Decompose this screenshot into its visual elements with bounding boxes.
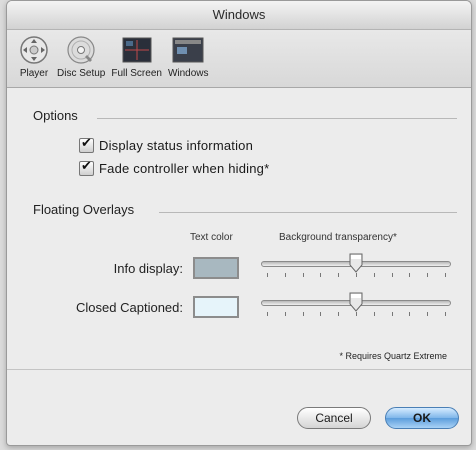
slider-tick	[338, 273, 339, 277]
closed-captioned-transparency-slider[interactable]	[261, 292, 451, 318]
overlays-divider	[159, 212, 457, 213]
toolbar-item-player[interactable]: Player	[17, 34, 51, 79]
closed-captioned-label: Closed Captioned:	[76, 300, 183, 315]
info-display-color-well[interactable]	[193, 257, 239, 279]
toolbar-item-windows[interactable]: Windows	[168, 34, 209, 79]
slider-tick	[338, 312, 339, 316]
slider-tick	[374, 273, 375, 277]
fade-controller-checkbox[interactable]: Fade controller when hiding*	[79, 158, 270, 176]
slider-tick	[303, 273, 304, 277]
checkbox-box	[79, 135, 94, 153]
disc-setup-icon	[64, 34, 98, 66]
slider-tick	[285, 312, 286, 316]
slider-tick	[392, 273, 393, 277]
toolbar-label: Disc Setup	[57, 68, 106, 79]
background-transparency-header: Background transparency*	[279, 232, 397, 243]
options-divider	[97, 118, 457, 119]
toolbar-item-full-screen[interactable]: Full Screen	[111, 34, 162, 79]
info-display-transparency-slider[interactable]	[261, 253, 451, 279]
window-title: Windows	[7, 1, 471, 30]
slider-thumb[interactable]	[348, 292, 364, 312]
slider-tick	[374, 312, 375, 316]
player-icon	[17, 34, 51, 66]
info-display-label: Info display:	[113, 261, 183, 276]
checkbox-label: Display status information	[99, 138, 254, 153]
checkbox-box	[79, 158, 94, 176]
slider-tick	[427, 273, 428, 277]
slider-tick	[445, 273, 446, 277]
slider-tick	[267, 312, 268, 316]
slider-tick	[267, 273, 268, 277]
options-section-title: Options	[33, 108, 78, 123]
checkbox-label: Fade controller when hiding*	[99, 161, 270, 176]
toolbar-label: Windows	[167, 68, 209, 79]
slider-tick	[285, 273, 286, 277]
button-divider	[7, 369, 471, 370]
toolbar-label: Player	[19, 68, 49, 79]
closed-captioned-color-well[interactable]	[193, 296, 239, 318]
text-color-header: Text color	[190, 232, 233, 243]
slider-tick	[427, 312, 428, 316]
cancel-button[interactable]: Cancel	[297, 407, 371, 429]
toolbar-item-disc-setup[interactable]: Disc Setup	[57, 34, 105, 79]
slider-tick	[445, 312, 446, 316]
slider-tick	[409, 273, 410, 277]
quartz-footnote: * Requires Quartz Extreme	[339, 351, 447, 361]
full-screen-icon	[120, 34, 154, 66]
slider-tick	[303, 312, 304, 316]
slider-tick	[409, 312, 410, 316]
slider-tick	[356, 312, 357, 316]
windows-icon	[171, 34, 205, 66]
toolbar: Player Disc Setup Full Screen Windows	[7, 30, 471, 88]
display-status-checkbox[interactable]: Display status information	[79, 135, 254, 153]
slider-thumb[interactable]	[348, 253, 364, 273]
floating-overlays-title: Floating Overlays	[33, 202, 135, 217]
slider-tick	[392, 312, 393, 316]
slider-tick	[320, 312, 321, 316]
toolbar-label: Full Screen	[111, 68, 162, 79]
slider-tick	[320, 273, 321, 277]
preferences-window: Windows Player Disc Setup Full Screen Wi…	[6, 0, 472, 446]
slider-tick	[356, 273, 357, 277]
ok-button[interactable]: OK	[385, 407, 459, 429]
